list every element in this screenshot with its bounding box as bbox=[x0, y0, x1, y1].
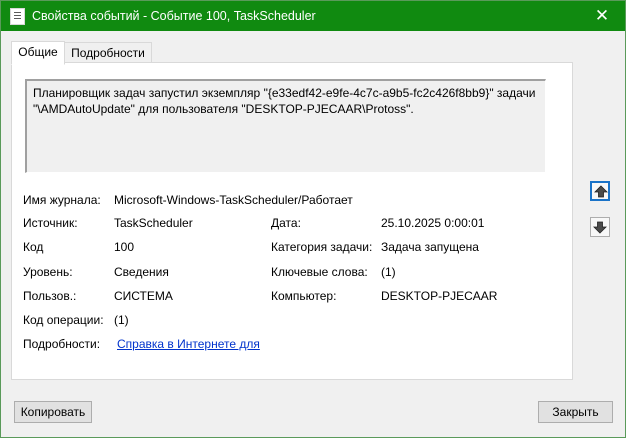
window-title: Свойства событий - Событие 100, TaskSche… bbox=[32, 9, 316, 23]
log-name-value[interactable]: Microsoft-Windows-TaskScheduler/Работает bbox=[114, 193, 353, 207]
opcode-label: Код операции: bbox=[23, 313, 104, 327]
arrow-down-icon bbox=[593, 221, 607, 234]
date-value[interactable]: 25.10.2025 0:00:01 bbox=[381, 216, 484, 230]
next-event-button[interactable] bbox=[590, 217, 610, 237]
user-value[interactable]: СИСТЕМА bbox=[114, 289, 173, 303]
date-label: Дата: bbox=[271, 216, 301, 230]
category-label: Категория задачи: bbox=[271, 240, 373, 254]
copy-button[interactable]: Копировать bbox=[14, 401, 92, 423]
previous-event-button[interactable] bbox=[590, 181, 610, 201]
event-viewer-icon bbox=[10, 8, 25, 25]
event-description[interactable]: Планировщик задач запустил экземпляр "{e… bbox=[25, 79, 546, 173]
level-label: Уровень: bbox=[23, 265, 73, 279]
user-label: Пользов.: bbox=[23, 289, 77, 303]
tab-details[interactable]: Подробности bbox=[64, 42, 152, 64]
source-label: Источник: bbox=[23, 216, 78, 230]
log-name-label: Имя журнала: bbox=[23, 193, 101, 207]
keywords-value[interactable]: (1) bbox=[381, 265, 396, 279]
code-value[interactable]: 100 bbox=[114, 240, 134, 254]
arrow-up-icon bbox=[594, 185, 608, 198]
category-value[interactable]: Задача запущена bbox=[381, 240, 479, 254]
source-value[interactable]: TaskScheduler bbox=[114, 216, 193, 230]
keywords-label: Ключевые слова: bbox=[271, 265, 368, 279]
event-properties-window: Свойства событий - Событие 100, TaskSche… bbox=[0, 0, 626, 438]
close-window-button[interactable]: ✕ bbox=[579, 1, 625, 31]
tab-general[interactable]: Общие bbox=[11, 41, 65, 65]
computer-label: Компьютер: bbox=[271, 289, 337, 303]
close-button[interactable]: Закрыть bbox=[538, 401, 613, 423]
level-value[interactable]: Сведения bbox=[114, 265, 169, 279]
online-help-link[interactable]: Справка в Интернете для bbox=[117, 337, 260, 351]
computer-value[interactable]: DESKTOP-PJECAAR bbox=[381, 289, 497, 303]
opcode-value[interactable]: (1) bbox=[114, 313, 129, 327]
details-label: Подробности: bbox=[23, 337, 101, 351]
title-bar[interactable]: Свойства событий - Событие 100, TaskSche… bbox=[1, 1, 625, 31]
general-panel: Планировщик задач запустил экземпляр "{e… bbox=[11, 62, 573, 380]
code-label: Код bbox=[23, 240, 44, 254]
